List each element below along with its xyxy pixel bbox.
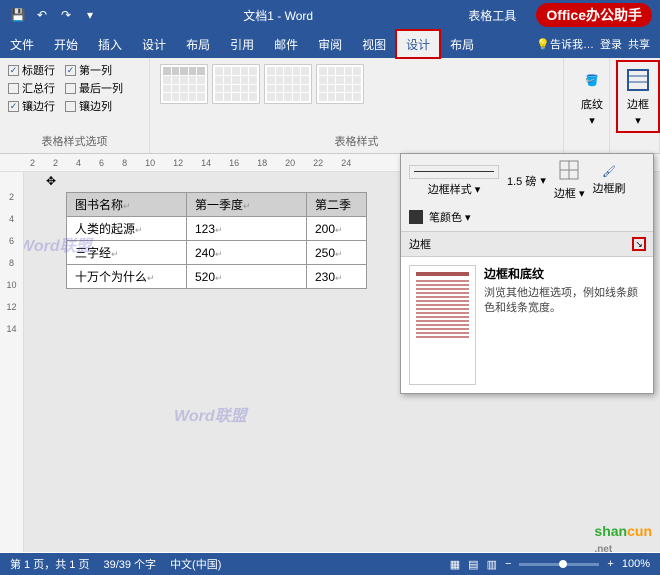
window-title: 文档1 - Word — [108, 7, 448, 24]
tab-design[interactable]: 设计 — [132, 30, 176, 58]
tooltip-title: 边框和底纹 — [484, 265, 645, 282]
save-icon[interactable]: 💾 — [8, 5, 28, 25]
tab-review[interactable]: 审阅 — [308, 30, 352, 58]
chk-header-row[interactable]: ✓标题行 — [8, 62, 55, 78]
border-style-button[interactable]: 边框样式 ▾ — [409, 165, 499, 197]
tooltip-text: 浏览其他边框选项，例如线条颜色和线条宽度。 — [484, 286, 645, 317]
tooltip: 边框和底纹 浏览其他边框选项，例如线条颜色和线条宽度。 — [401, 257, 653, 393]
zoom-in-icon[interactable]: + — [607, 558, 613, 570]
pen-color-swatch-icon — [409, 210, 423, 224]
status-lang[interactable]: 中文(中国) — [170, 556, 221, 572]
tab-references[interactable]: 引用 — [220, 30, 264, 58]
tab-layout[interactable]: 布局 — [176, 30, 220, 58]
borders-icon — [624, 66, 652, 94]
chk-banded-col[interactable]: 镶边列 — [65, 98, 112, 114]
watermark-shancun: shancun .net — [594, 523, 652, 555]
border-weight-select[interactable]: 1.5 磅▾ — [507, 173, 546, 189]
status-words[interactable]: 39/39 个字 — [103, 556, 156, 572]
tab-table-layout[interactable]: 布局 — [440, 30, 484, 58]
section-label: 边框 — [409, 236, 431, 252]
tab-mailings[interactable]: 邮件 — [264, 30, 308, 58]
brush-icon: 🖌 — [602, 165, 616, 178]
shading-button[interactable]: 🪣 底纹▾ — [572, 62, 612, 131]
qat-dropdown-icon[interactable]: ▾ — [80, 5, 100, 25]
table-styles-gallery[interactable] — [158, 62, 555, 106]
table-tools-label: 表格工具 — [448, 7, 536, 24]
view-read-icon[interactable]: ▦ — [450, 558, 460, 571]
view-web-icon[interactable]: ▥ — [487, 558, 497, 571]
borders-button[interactable]: 边框▾ — [618, 62, 658, 131]
line-style-preview-icon — [409, 165, 499, 179]
share-button[interactable]: 共享 — [628, 36, 650, 52]
tell-me[interactable]: 💡告诉我… — [536, 36, 594, 52]
document-preview-icon — [409, 265, 476, 385]
redo-icon[interactable]: ↷ — [56, 5, 76, 25]
tab-file[interactable]: 文件 — [0, 30, 44, 58]
zoom-level[interactable]: 100% — [622, 558, 650, 570]
border-grid-icon — [559, 160, 579, 183]
status-bar: 第 1 页，共 1 页 39/39 个字 中文(中国) ▦ ▤ ▥ − + 10… — [0, 553, 660, 575]
chk-total-row[interactable]: 汇总行 — [8, 80, 55, 96]
dialog-launcher-icon[interactable]: ↘ — [633, 238, 645, 250]
group-label-options: 表格样式选项 — [8, 133, 141, 149]
paint-bucket-icon: 🪣 — [578, 66, 606, 94]
table-anchor-icon[interactable]: ✥ — [46, 174, 56, 188]
border-painter-button[interactable]: 🖌 边框刷 — [592, 165, 625, 196]
pen-color-button[interactable]: 笔颜色 ▾ — [429, 209, 471, 225]
chk-first-col[interactable]: ✓第一列 — [65, 62, 112, 78]
chk-banded-row[interactable]: ✓镶边行 — [8, 98, 55, 114]
zoom-slider[interactable] — [519, 563, 599, 566]
signin-button[interactable]: 登录 — [600, 36, 622, 52]
tab-insert[interactable]: 插入 — [88, 30, 132, 58]
tab-view[interactable]: 视图 — [352, 30, 396, 58]
status-page[interactable]: 第 1 页，共 1 页 — [10, 556, 89, 572]
zoom-out-icon[interactable]: − — [505, 558, 511, 570]
border-apply-button[interactable]: 边框 ▾ — [554, 160, 585, 201]
brand-badge: Office办公助手 — [536, 3, 652, 27]
group-label-styles: 表格样式 — [158, 133, 555, 149]
document-table[interactable]: 图书名称↵ 第一季度↵ 第二季 人类的起源↵123↵200↵ 三字经↵240↵2… — [66, 192, 367, 289]
undo-icon[interactable]: ↶ — [32, 5, 52, 25]
borders-dropdown-panel: 边框样式 ▾ 1.5 磅▾ 边框 ▾ 🖌 边框刷 笔颜色 ▾ 边框 ↘ 边框和底… — [400, 153, 654, 394]
chk-last-col[interactable]: 最后一列 — [65, 80, 123, 96]
tab-table-design[interactable]: 设计 — [396, 30, 440, 58]
tab-home[interactable]: 开始 — [44, 30, 88, 58]
vertical-ruler[interactable]: 2468101214 — [0, 172, 24, 552]
view-print-icon[interactable]: ▤ — [468, 558, 478, 571]
